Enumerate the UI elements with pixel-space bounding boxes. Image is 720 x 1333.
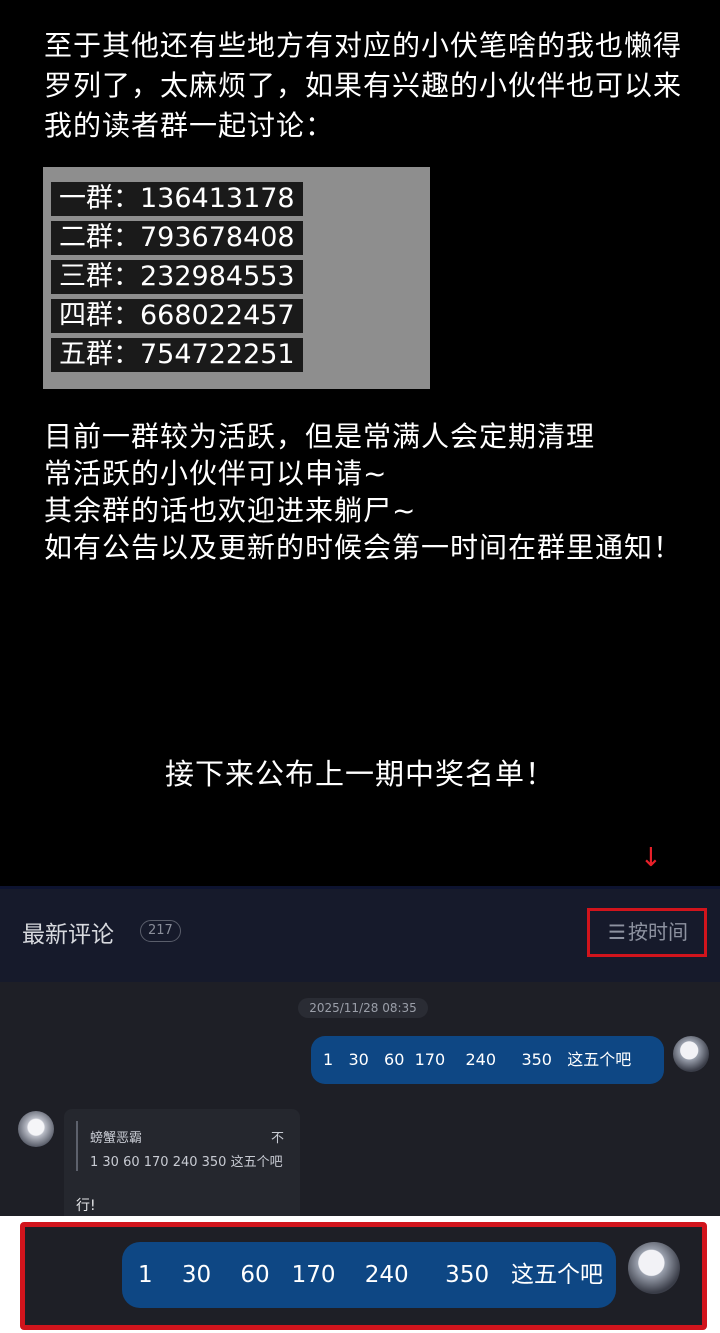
arrow-down-icon: ↓ (640, 843, 662, 873)
highlighted-message-bubble[interactable]: 1 30 60 170 240 350 这五个吧 (122, 1242, 616, 1308)
comments-title: 最新评论 (22, 922, 114, 948)
outro-line: 常活跃的小伙伴可以申请~ (44, 457, 388, 490)
intro-text: 至于其他还有些地方有对应的小伏笔啥的我也懒得罗列了，太麻烦了，如果有兴趣的小伙伴… (44, 29, 683, 142)
avatar[interactable] (673, 1036, 709, 1072)
group-list: 一群：136413178 二群：793678408 三群：232984553 四… (43, 167, 430, 389)
group-item: 一群：136413178 (51, 182, 303, 216)
group-item: 四群：668022457 (51, 299, 303, 333)
outro-text: 目前一群较为活跃，但是常满人会定期清理 常活跃的小伙伴可以申请~ 其余群的话也欢… (44, 418, 684, 566)
comments-panel: 最新评论 217 ☰ 按时间 2025/11/28 08:35 1 30 60 1… (0, 886, 720, 1333)
outro-line: 目前一群较为活跃，但是常满人会定期清理 (44, 420, 596, 453)
reply-text: 行! (76, 1198, 96, 1214)
comment-count-badge: 217 (140, 920, 181, 942)
group-item: 三群：232984553 (51, 260, 303, 294)
outro-line: 其余群的话也欢迎进来躺尸~ (44, 494, 417, 527)
comments-header: 最新评论 217 ☰ 按时间 (0, 886, 720, 982)
outro-line: 如有公告以及更新的时候会第一时间在群里通知！ (44, 531, 683, 564)
group-item: 五群：754722251 (51, 338, 303, 372)
avatar[interactable] (628, 1242, 680, 1294)
timestamp: 2025/11/28 08:35 (298, 998, 428, 1018)
sort-label: 按时间 (628, 920, 688, 944)
avatar[interactable] (18, 1111, 54, 1147)
quoted-message: 螃蟹恶霸 不 1 30 60 170 240 350 这五个吧 (76, 1121, 286, 1171)
quote-flag: 不 (270, 1131, 284, 1146)
sort-by-time-button[interactable]: ☰ 按时间 (587, 908, 707, 957)
message-bubble[interactable]: 1 30 60 170 240 350 这五个吧 (311, 1036, 664, 1084)
quote-text: 1 30 60 170 240 350 这五个吧 (90, 1155, 283, 1170)
list-icon: ☰ (608, 920, 626, 944)
reply-message[interactable]: 螃蟹恶霸 不 1 30 60 170 240 350 这五个吧 行! (64, 1109, 300, 1224)
announcement: 接下来公布上一期中奖名单！ (164, 757, 555, 791)
quote-username: 螃蟹恶霸 (90, 1131, 143, 1146)
group-item: 二群：793678408 (51, 221, 303, 255)
